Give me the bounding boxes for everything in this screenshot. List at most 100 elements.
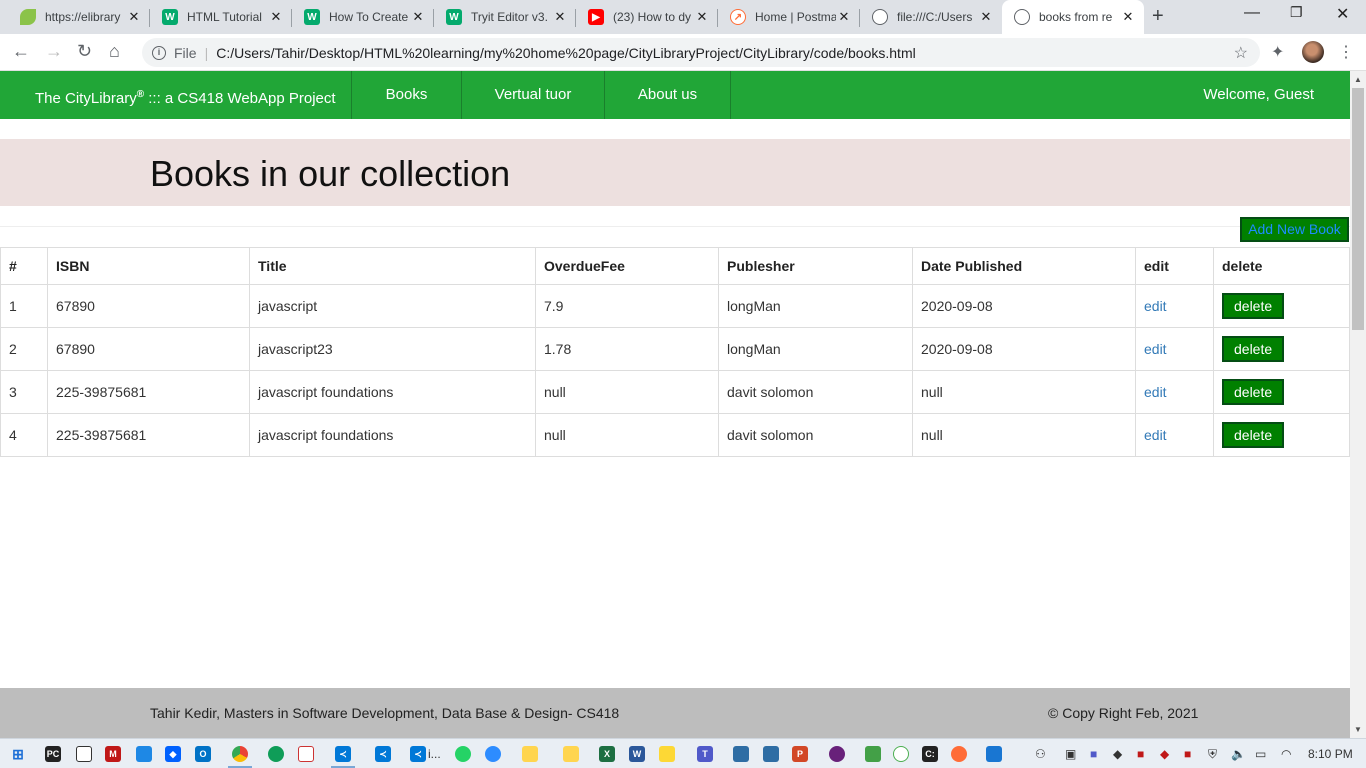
postman-icon[interactable]: [951, 746, 967, 762]
edge-icon[interactable]: [268, 746, 284, 762]
col-header-edit[interactable]: edit: [1135, 247, 1214, 285]
browser-tab[interactable]: W How To Create ✕: [292, 0, 434, 34]
nodejs-icon[interactable]: [865, 746, 881, 762]
tray-app-icon[interactable]: ▣: [1065, 747, 1076, 761]
calendar-icon[interactable]: [136, 746, 152, 762]
reload-icon[interactable]: ↻: [77, 41, 92, 62]
close-tab-icon[interactable]: ✕: [694, 9, 710, 25]
edit-link[interactable]: edit: [1144, 384, 1167, 400]
brand-text: The CityLibrary: [35, 90, 137, 107]
close-tab-icon[interactable]: ✕: [1120, 9, 1136, 25]
vscode-icon[interactable]: ≺: [410, 746, 426, 762]
nav-books[interactable]: Books: [352, 71, 462, 119]
browser-tab[interactable]: W Tryit Editor v3. ✕: [434, 0, 576, 34]
outlook-icon[interactable]: O: [195, 746, 211, 762]
scroll-down-icon[interactable]: ▼: [1354, 725, 1362, 734]
edit-link[interactable]: edit: [1144, 298, 1167, 314]
notepad-icon[interactable]: [659, 746, 675, 762]
browser-tab[interactable]: file:///C:/Users ✕: [860, 0, 1002, 34]
page-scrollbar[interactable]: ▲ ▼: [1350, 71, 1366, 738]
site-brand[interactable]: The CityLibrary® ::: a CS418 WebApp Proj…: [0, 71, 352, 119]
bookmark-star-icon[interactable]: ☆: [1234, 43, 1248, 63]
mcafee-icon[interactable]: M: [105, 746, 121, 762]
terminal-icon[interactable]: C:: [922, 746, 938, 762]
browser-tab[interactable]: https://elibrary ✕: [8, 0, 150, 34]
photos-icon[interactable]: [986, 746, 1002, 762]
cell-isbn: 67890: [47, 327, 250, 371]
menu-icon[interactable]: ⋮: [1338, 42, 1354, 62]
tray-app-icon[interactable]: ◆: [1160, 747, 1169, 761]
mongodb-icon[interactable]: [893, 746, 909, 762]
whatsapp-icon[interactable]: [455, 746, 471, 762]
add-new-book-button[interactable]: Add New Book: [1240, 217, 1349, 242]
close-tab-icon[interactable]: ✕: [268, 9, 284, 25]
w3schools-icon: W: [304, 9, 320, 25]
delete-button[interactable]: delete: [1222, 336, 1285, 362]
nav-about-us[interactable]: About us: [605, 71, 731, 119]
edit-link[interactable]: edit: [1144, 341, 1167, 357]
close-tab-icon[interactable]: ✕: [978, 9, 994, 25]
close-tab-icon[interactable]: ✕: [552, 9, 568, 25]
battery-icon[interactable]: ▭: [1255, 747, 1266, 761]
word-icon[interactable]: W: [629, 746, 645, 762]
close-window-icon[interactable]: ✕: [1336, 4, 1349, 24]
forward-icon[interactable]: →: [45, 41, 63, 62]
vscode-icon[interactable]: ≺: [335, 746, 351, 762]
tab-title: https://elibrary: [45, 10, 121, 24]
minimize-icon[interactable]: —: [1244, 4, 1260, 22]
wifi-icon[interactable]: ◠: [1281, 747, 1291, 761]
visual-studio-icon[interactable]: [763, 746, 779, 762]
browser-tab-active[interactable]: books from re ✕: [1002, 0, 1144, 34]
col-header-delete[interactable]: delete: [1213, 247, 1350, 285]
windows-start-icon[interactable]: ⊞: [10, 746, 26, 762]
pycharm-icon[interactable]: PC: [45, 746, 61, 762]
teams-icon[interactable]: T: [697, 746, 713, 762]
mcafee-tray-icon[interactable]: ■: [1137, 747, 1144, 761]
tray-app-icon[interactable]: ■: [1184, 747, 1191, 761]
back-icon[interactable]: ←: [12, 41, 30, 62]
dropbox-tray-icon[interactable]: ◆: [1113, 747, 1122, 761]
snipping-tool-icon[interactable]: [76, 746, 92, 762]
avatar[interactable]: [1302, 41, 1324, 63]
browser-tab[interactable]: ▶ (23) How to dy ✕: [576, 0, 718, 34]
browser-tab[interactable]: ↗ Home | Postma ✕: [718, 0, 860, 34]
vscode-icon[interactable]: ≺: [375, 746, 391, 762]
paint-icon[interactable]: [298, 746, 314, 762]
close-tab-icon[interactable]: ✕: [126, 9, 142, 25]
excel-icon[interactable]: X: [599, 746, 615, 762]
restore-icon[interactable]: ❐: [1290, 4, 1303, 21]
scroll-up-icon[interactable]: ▲: [1354, 75, 1362, 84]
close-tab-icon[interactable]: ✕: [836, 9, 852, 25]
info-icon[interactable]: i: [152, 45, 166, 60]
browser-tab[interactable]: W HTML Tutorial ✕: [150, 0, 292, 34]
people-icon[interactable]: ⚇: [1035, 747, 1046, 761]
visual-studio-icon[interactable]: [733, 746, 749, 762]
extensions-icon[interactable]: ✦: [1271, 42, 1284, 62]
dropbox-icon[interactable]: ◆: [165, 746, 181, 762]
address-bar[interactable]: i File | C:/Users/Tahir/Desktop/HTML%20l…: [142, 38, 1260, 67]
edit-link[interactable]: edit: [1144, 427, 1167, 443]
url-text[interactable]: C:/Users/Tahir/Desktop/HTML%20learning/m…: [216, 45, 916, 61]
delete-button[interactable]: delete: [1222, 422, 1285, 448]
clock-text[interactable]: 8:10 PM: [1308, 747, 1353, 761]
col-header-title: Title: [249, 247, 536, 285]
delete-button[interactable]: delete: [1222, 293, 1285, 319]
vscode-window-label[interactable]: i...: [428, 747, 441, 761]
new-tab-icon[interactable]: +: [1152, 5, 1164, 28]
cell-title: javascript foundations: [249, 413, 536, 457]
powerpoint-icon[interactable]: P: [792, 746, 808, 762]
teams-tray-icon[interactable]: ■: [1090, 747, 1097, 761]
col-header-overdue-fee: OverdueFee: [535, 247, 719, 285]
security-icon[interactable]: ⛨: [1208, 747, 1217, 762]
scrollbar-thumb[interactable]: [1352, 88, 1364, 330]
eclipse-icon[interactable]: [829, 746, 845, 762]
nav-virtual-tour[interactable]: Vertual tuor: [462, 71, 605, 119]
sticky-notes-icon[interactable]: [522, 746, 538, 762]
zoom-icon[interactable]: [485, 746, 501, 762]
volume-icon[interactable]: 🔈: [1231, 747, 1246, 761]
delete-button[interactable]: delete: [1222, 379, 1285, 405]
chrome-icon[interactable]: [232, 746, 248, 762]
home-icon[interactable]: ⌂: [109, 41, 120, 62]
close-tab-icon[interactable]: ✕: [410, 9, 426, 25]
sticky-notes-icon[interactable]: [563, 746, 579, 762]
